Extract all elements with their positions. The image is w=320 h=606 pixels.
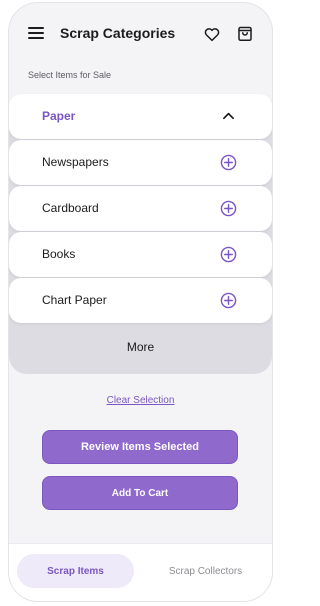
tab-scrap-items[interactable]: Scrap Items: [17, 554, 134, 588]
review-items-button[interactable]: Review Items Selected: [42, 430, 238, 464]
item-label: Chart Paper: [42, 293, 107, 307]
category-panel: Paper Newspapers Cardboard Books Chart P: [9, 94, 272, 374]
chevron-up-icon[interactable]: [222, 111, 235, 120]
add-circle-icon[interactable]: [220, 292, 237, 309]
category-name: Paper: [42, 109, 76, 123]
add-circle-icon[interactable]: [220, 246, 237, 263]
add-to-cart-button[interactable]: Add To Cart: [42, 476, 238, 510]
heart-icon[interactable]: [203, 25, 221, 43]
menu-icon[interactable]: [28, 27, 44, 41]
list-item-cardboard[interactable]: Cardboard: [9, 186, 272, 231]
more-button[interactable]: More: [9, 324, 272, 370]
item-label: Cardboard: [42, 201, 99, 215]
add-circle-icon[interactable]: [220, 200, 237, 217]
list-item-books[interactable]: Books: [9, 232, 272, 277]
clear-selection-link[interactable]: Clear Selection: [9, 395, 272, 406]
list-item-chart-paper[interactable]: Chart Paper: [9, 278, 272, 323]
section-subheading: Select Items for Sale: [28, 70, 112, 80]
bottom-nav: Scrap Items Scrap Collectors: [9, 543, 272, 601]
item-label: Newspapers: [42, 155, 109, 169]
app-screen: Scrap Categories Select Items for Sale P…: [8, 2, 273, 602]
page-title: Scrap Categories: [60, 25, 176, 41]
category-header-paper[interactable]: Paper: [9, 94, 272, 139]
add-circle-icon[interactable]: [220, 154, 237, 171]
bag-icon[interactable]: [236, 24, 254, 43]
item-label: Books: [42, 247, 76, 261]
tab-scrap-collectors[interactable]: Scrap Collectors: [153, 554, 258, 588]
header: Scrap Categories: [9, 3, 272, 65]
list-item-newspapers[interactable]: Newspapers: [9, 140, 272, 185]
